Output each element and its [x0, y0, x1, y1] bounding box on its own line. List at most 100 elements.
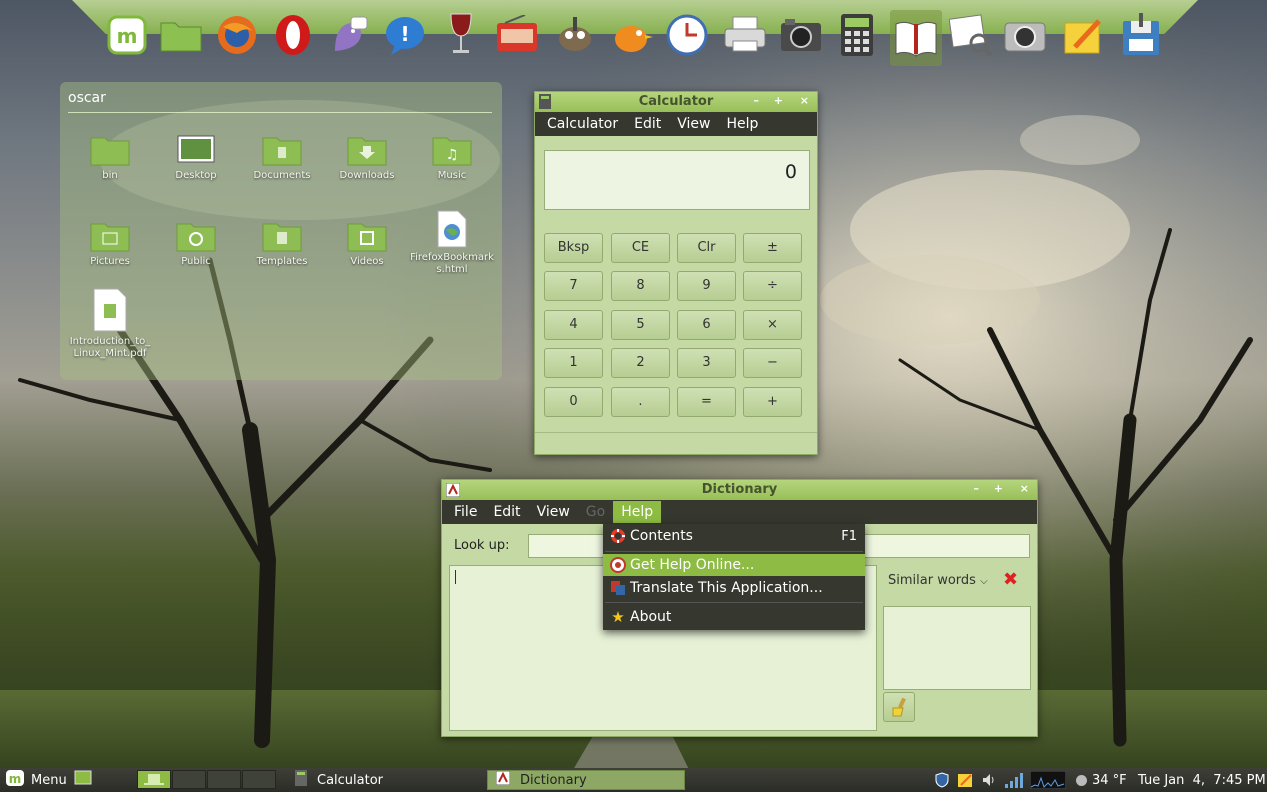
menu-file[interactable]: File	[446, 501, 485, 523]
menu-separator	[605, 551, 863, 552]
menu-button[interactable]: m Menu	[5, 770, 67, 790]
menu-item-translate[interactable]: Translate This Application...	[603, 577, 865, 599]
file-item[interactable]: Pictures	[67, 212, 153, 268]
firefox-icon[interactable]	[214, 12, 260, 58]
file-item[interactable]: Downloads	[324, 126, 410, 182]
bird-icon[interactable]	[608, 12, 654, 58]
digit-1-button[interactable]: 1	[544, 348, 603, 378]
files-icon[interactable]	[158, 12, 204, 58]
file-item[interactable]: Templates	[239, 212, 325, 268]
digit-7-button[interactable]: 7	[544, 271, 603, 301]
minimize-icon[interactable]: –	[754, 94, 760, 107]
clock[interactable]: Tue Jan 4, 7:45 PM	[1138, 772, 1266, 788]
taskbar-item-dictionary[interactable]: Dictionary	[487, 770, 685, 790]
close-icon[interactable]: ×	[800, 94, 809, 107]
system-monitor-graph[interactable]	[1030, 771, 1066, 789]
menu-item-label: Translate This Application...	[630, 580, 823, 596]
similar-words-label: Similar words	[888, 573, 976, 588]
dictionary-icon[interactable]	[890, 10, 942, 66]
network-signal-icon[interactable]	[1004, 772, 1024, 788]
taskbar-item-calculator[interactable]: Calculator	[287, 770, 479, 790]
notes-icon[interactable]	[957, 772, 973, 788]
clear-icon[interactable]: ✖	[1003, 569, 1018, 590]
menu-help[interactable]: Help	[718, 113, 766, 135]
maximize-icon[interactable]: +	[774, 94, 783, 107]
digit-9-button[interactable]: 9	[677, 271, 736, 301]
file-item[interactable]: Desktop	[153, 126, 239, 182]
camera-icon[interactable]	[778, 12, 824, 58]
workspace-1[interactable]	[137, 770, 171, 789]
digit-3-button[interactable]: 3	[677, 348, 736, 378]
menu-edit[interactable]: Edit	[485, 501, 528, 523]
file-item[interactable]: ♫ Music	[409, 126, 495, 182]
similar-words-list[interactable]	[883, 606, 1031, 690]
calculator-titlebar[interactable]: Calculator – + ×	[535, 92, 817, 112]
radio-icon[interactable]	[494, 12, 540, 58]
clear-button[interactable]: Clr	[677, 233, 736, 263]
close-icon[interactable]: ×	[1020, 482, 1029, 495]
file-item[interactable]: Introduction_to_Linux_Mint.pdf	[67, 288, 153, 360]
similar-words-dropdown[interactable]: Similar words ⌵	[888, 573, 988, 588]
menu-view[interactable]: View	[669, 113, 718, 135]
add-button[interactable]: +	[743, 387, 802, 417]
printer-icon[interactable]	[722, 12, 768, 58]
digit-4-button[interactable]: 4	[544, 310, 603, 340]
volume-icon[interactable]	[981, 772, 997, 788]
file-label: Downloads	[339, 170, 395, 181]
menu-item-contents[interactable]: Contents F1	[603, 525, 865, 547]
decimal-button[interactable]: .	[611, 387, 670, 417]
menu-help[interactable]: Help	[613, 501, 662, 523]
multiply-button[interactable]: ×	[743, 310, 802, 340]
weather-widget[interactable]: 34 °F	[1076, 772, 1127, 788]
maximize-icon[interactable]: +	[994, 482, 1003, 495]
folder-pictures-icon	[67, 212, 153, 252]
desklet-title: oscar	[68, 90, 106, 106]
clear-entry-button[interactable]: CE	[611, 233, 670, 263]
digit-6-button[interactable]: 6	[677, 310, 736, 340]
menu-item-about[interactable]: ★ About	[603, 606, 865, 628]
divide-button[interactable]: ÷	[743, 271, 802, 301]
digit-2-button[interactable]: 2	[611, 348, 670, 378]
task-label: Calculator	[317, 772, 384, 788]
workspace-2[interactable]	[172, 770, 206, 789]
menu-item-get-help-online[interactable]: Get Help Online...	[603, 554, 865, 576]
show-desktop-button[interactable]	[74, 770, 92, 790]
pidgin-icon[interactable]	[324, 12, 370, 58]
file-item[interactable]: Public	[153, 212, 239, 268]
linux-mint-menu-icon[interactable]: m	[104, 12, 150, 58]
menu-calculator[interactable]: Calculator	[539, 113, 626, 135]
notifications-icon[interactable]: !	[382, 12, 428, 58]
image-viewer-icon[interactable]	[948, 12, 994, 58]
wine-glass-icon[interactable]	[438, 12, 484, 58]
digit-0-button[interactable]: 0	[544, 387, 603, 417]
calculator-icon[interactable]	[834, 12, 880, 58]
save-disk-icon[interactable]	[1118, 12, 1164, 58]
screenshot-camera-icon[interactable]	[1002, 12, 1048, 58]
equals-button[interactable]: =	[677, 387, 736, 417]
digit-8-button[interactable]: 8	[611, 271, 670, 301]
subtract-button[interactable]: −	[743, 348, 802, 378]
text-editor-icon[interactable]	[1060, 12, 1106, 58]
calendar-clock-icon[interactable]	[664, 12, 710, 58]
clear-history-button[interactable]	[883, 692, 915, 722]
minimize-icon[interactable]: –	[974, 482, 980, 495]
menu-view[interactable]: View	[529, 501, 578, 523]
workspace-3[interactable]	[207, 770, 241, 789]
backspace-button[interactable]: Bksp	[544, 233, 603, 263]
opera-icon[interactable]	[270, 12, 316, 58]
shield-icon[interactable]	[934, 772, 950, 788]
gimp-icon[interactable]	[552, 12, 598, 58]
menu-edit[interactable]: Edit	[626, 113, 669, 135]
file-item[interactable]: bin	[67, 126, 153, 182]
plus-minus-button[interactable]: ±	[743, 233, 802, 263]
folder-documents-icon	[239, 126, 325, 166]
file-item[interactable]: Videos	[324, 212, 410, 268]
file-label: Desktop	[175, 170, 217, 181]
digit-5-button[interactable]: 5	[611, 310, 670, 340]
menu-go[interactable]: Go	[578, 501, 613, 523]
dictionary-titlebar[interactable]: Dictionary – + ×	[442, 480, 1037, 500]
calculator-menubar: Calculator Edit View Help	[535, 112, 817, 136]
workspace-4[interactable]	[242, 770, 276, 789]
file-item[interactable]: FirefoxBookmarks.html	[409, 208, 495, 276]
file-item[interactable]: Documents	[239, 126, 325, 182]
